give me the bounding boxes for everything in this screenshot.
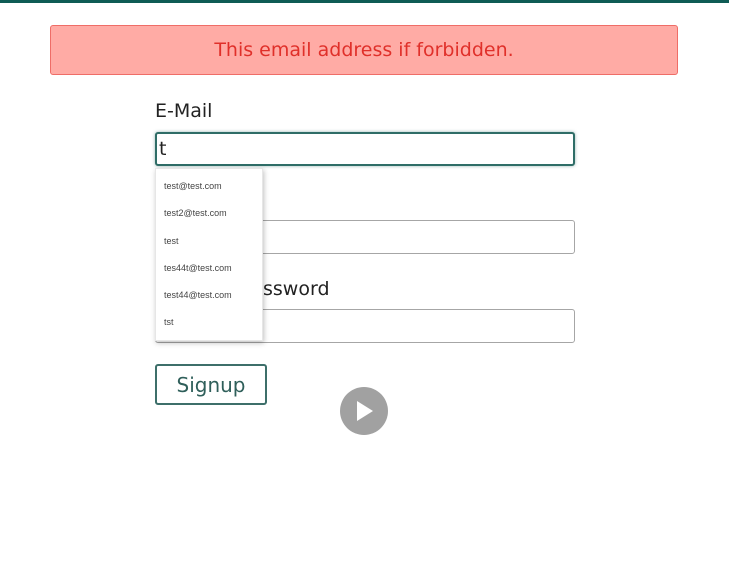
autocomplete-item[interactable]: test xyxy=(156,228,262,255)
email-field[interactable] xyxy=(155,132,575,166)
signup-button-label: Signup xyxy=(176,372,246,397)
email-autocomplete-dropdown: test@test.com test2@test.com test tes44t… xyxy=(155,168,263,341)
top-accent-bar xyxy=(0,0,729,3)
play-triangle xyxy=(357,401,373,421)
autocomplete-item[interactable]: test44@test.com xyxy=(156,282,262,309)
autocomplete-item[interactable]: tes44t@test.com xyxy=(156,255,262,282)
autocomplete-item[interactable]: tst xyxy=(156,309,262,336)
autocomplete-item[interactable]: test@test.com xyxy=(156,173,262,200)
error-alert: This email address if forbidden. xyxy=(50,25,678,75)
email-label: E-Mail xyxy=(155,100,213,122)
signup-button[interactable]: Signup xyxy=(155,364,267,405)
autocomplete-item[interactable]: test2@test.com xyxy=(156,200,262,227)
password-confirm-label: ssword xyxy=(263,278,330,300)
error-alert-message: This email address if forbidden. xyxy=(214,39,514,61)
play-icon[interactable] xyxy=(340,387,388,435)
